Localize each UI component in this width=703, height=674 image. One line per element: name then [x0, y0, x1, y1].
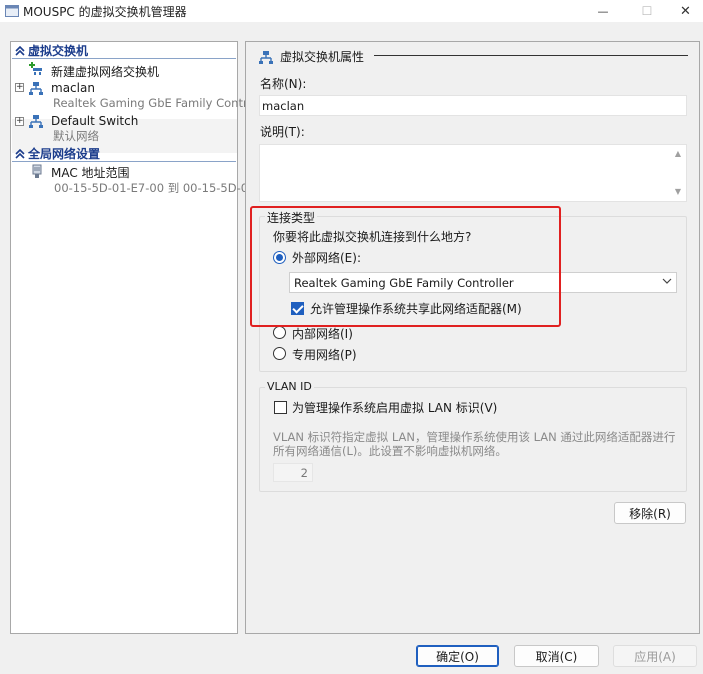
expand-default-switch-button[interactable]: + — [15, 117, 24, 126]
name-label: 名称(N): — [260, 77, 307, 91]
global-network-settings-label: 全局网络设置 — [28, 147, 101, 161]
global-network-settings-section-header[interactable]: 全局网络设置 — [12, 146, 236, 162]
switch-item-default-switch-subtitle: 默认网络 — [53, 129, 99, 143]
title-bar: MOUSPC 的虚拟交换机管理器 — ☐ ✕ — [0, 0, 703, 22]
network-adapter-icon — [32, 164, 42, 178]
apply-button[interactable]: 应用(A) — [613, 645, 697, 667]
virtual-switches-label: 虚拟交换机 — [28, 44, 89, 58]
properties-pane: 虚拟交换机属性 名称(N): maclan 说明(T): ▲ ▼ 连接类型 你要… — [245, 41, 700, 634]
vlan-id-input: 2 — [273, 463, 313, 482]
maximize-button[interactable]: ☐ — [624, 0, 670, 22]
close-icon: ✕ — [680, 3, 691, 19]
minimize-icon: — — [597, 4, 609, 18]
new-switch-icon — [29, 62, 42, 75]
switch-icon — [29, 115, 43, 128]
maximize-icon: ☐ — [641, 4, 653, 18]
close-button[interactable]: ✕ — [668, 0, 703, 22]
network-adapter-select[interactable]: Realtek Gaming GbE Family Controller — [289, 272, 677, 293]
vlan-description-line2: 所有网络通信(L)。此设置不影响虚拟机网络。 — [273, 444, 507, 458]
navigation-tree: 虚拟交换机 新建虚拟网络交换机 + maclan Realtek Gaming … — [10, 41, 273, 634]
allow-share-label[interactable]: 允许管理操作系统共享此网络适配器(M) — [310, 300, 522, 317]
header-divider — [374, 55, 688, 56]
switch-icon — [29, 82, 43, 95]
minimize-button[interactable]: — — [580, 0, 626, 22]
collapse-icon[interactable] — [12, 43, 28, 59]
window-title: MOUSPC 的虚拟交换机管理器 — [23, 5, 187, 19]
internal-network-radio[interactable] — [273, 326, 286, 339]
app-icon — [5, 5, 19, 17]
name-input[interactable]: maclan — [259, 95, 687, 116]
private-network-radio[interactable] — [273, 347, 286, 360]
expand-maclan-button[interactable]: + — [15, 83, 24, 92]
vlan-title: VLAN ID — [265, 380, 314, 393]
network-adapter-select-value: Realtek Gaming GbE Family Controller — [294, 276, 514, 290]
vlan-enable-checkbox[interactable] — [274, 401, 287, 414]
properties-title: 虚拟交换机属性 — [280, 50, 365, 64]
internal-network-label[interactable]: 内部网络(I) — [292, 325, 353, 342]
ok-button[interactable]: 确定(O) — [416, 645, 499, 667]
switch-item-maclan[interactable]: maclan — [51, 81, 95, 95]
scroll-down-icon[interactable]: ▼ — [673, 188, 683, 196]
connection-type-title: 连接类型 — [265, 209, 318, 226]
external-network-label[interactable]: 外部网络(E): — [292, 249, 361, 266]
switch-icon — [259, 50, 273, 64]
external-network-radio[interactable] — [273, 251, 286, 264]
virtual-switches-section-header[interactable]: 虚拟交换机 — [12, 43, 236, 59]
chevron-down-icon — [662, 278, 672, 284]
mac-address-range-item[interactable]: MAC 地址范围 — [51, 164, 130, 181]
notes-label: 说明(T): — [260, 125, 305, 139]
properties-header: 虚拟交换机属性 — [258, 48, 364, 65]
private-network-label[interactable]: 专用网络(P) — [292, 346, 357, 363]
switch-item-default-switch[interactable]: Default Switch — [51, 114, 138, 128]
vlan-enable-label[interactable]: 为管理操作系统启用虚拟 LAN 标识(V) — [292, 399, 497, 416]
switch-item-maclan-subtitle: Realtek Gaming GbE Family Controller — [53, 96, 273, 110]
scroll-up-icon[interactable]: ▲ — [673, 150, 683, 158]
remove-button[interactable]: 移除(R) — [614, 502, 686, 524]
cancel-button[interactable]: 取消(C) — [514, 645, 599, 667]
connection-question: 你要将此虚拟交换机连接到什么地方? — [273, 230, 472, 244]
new-virtual-switch-item[interactable]: 新建虚拟网络交换机 — [51, 63, 159, 80]
allow-share-checkbox[interactable] — [291, 302, 304, 315]
mac-address-range-subtitle: 00-15-5D-01-E7-00 到 00-15-5D-0... — [54, 181, 260, 195]
collapse-icon[interactable] — [12, 146, 28, 162]
notes-input[interactable]: ▲ ▼ — [259, 144, 687, 202]
